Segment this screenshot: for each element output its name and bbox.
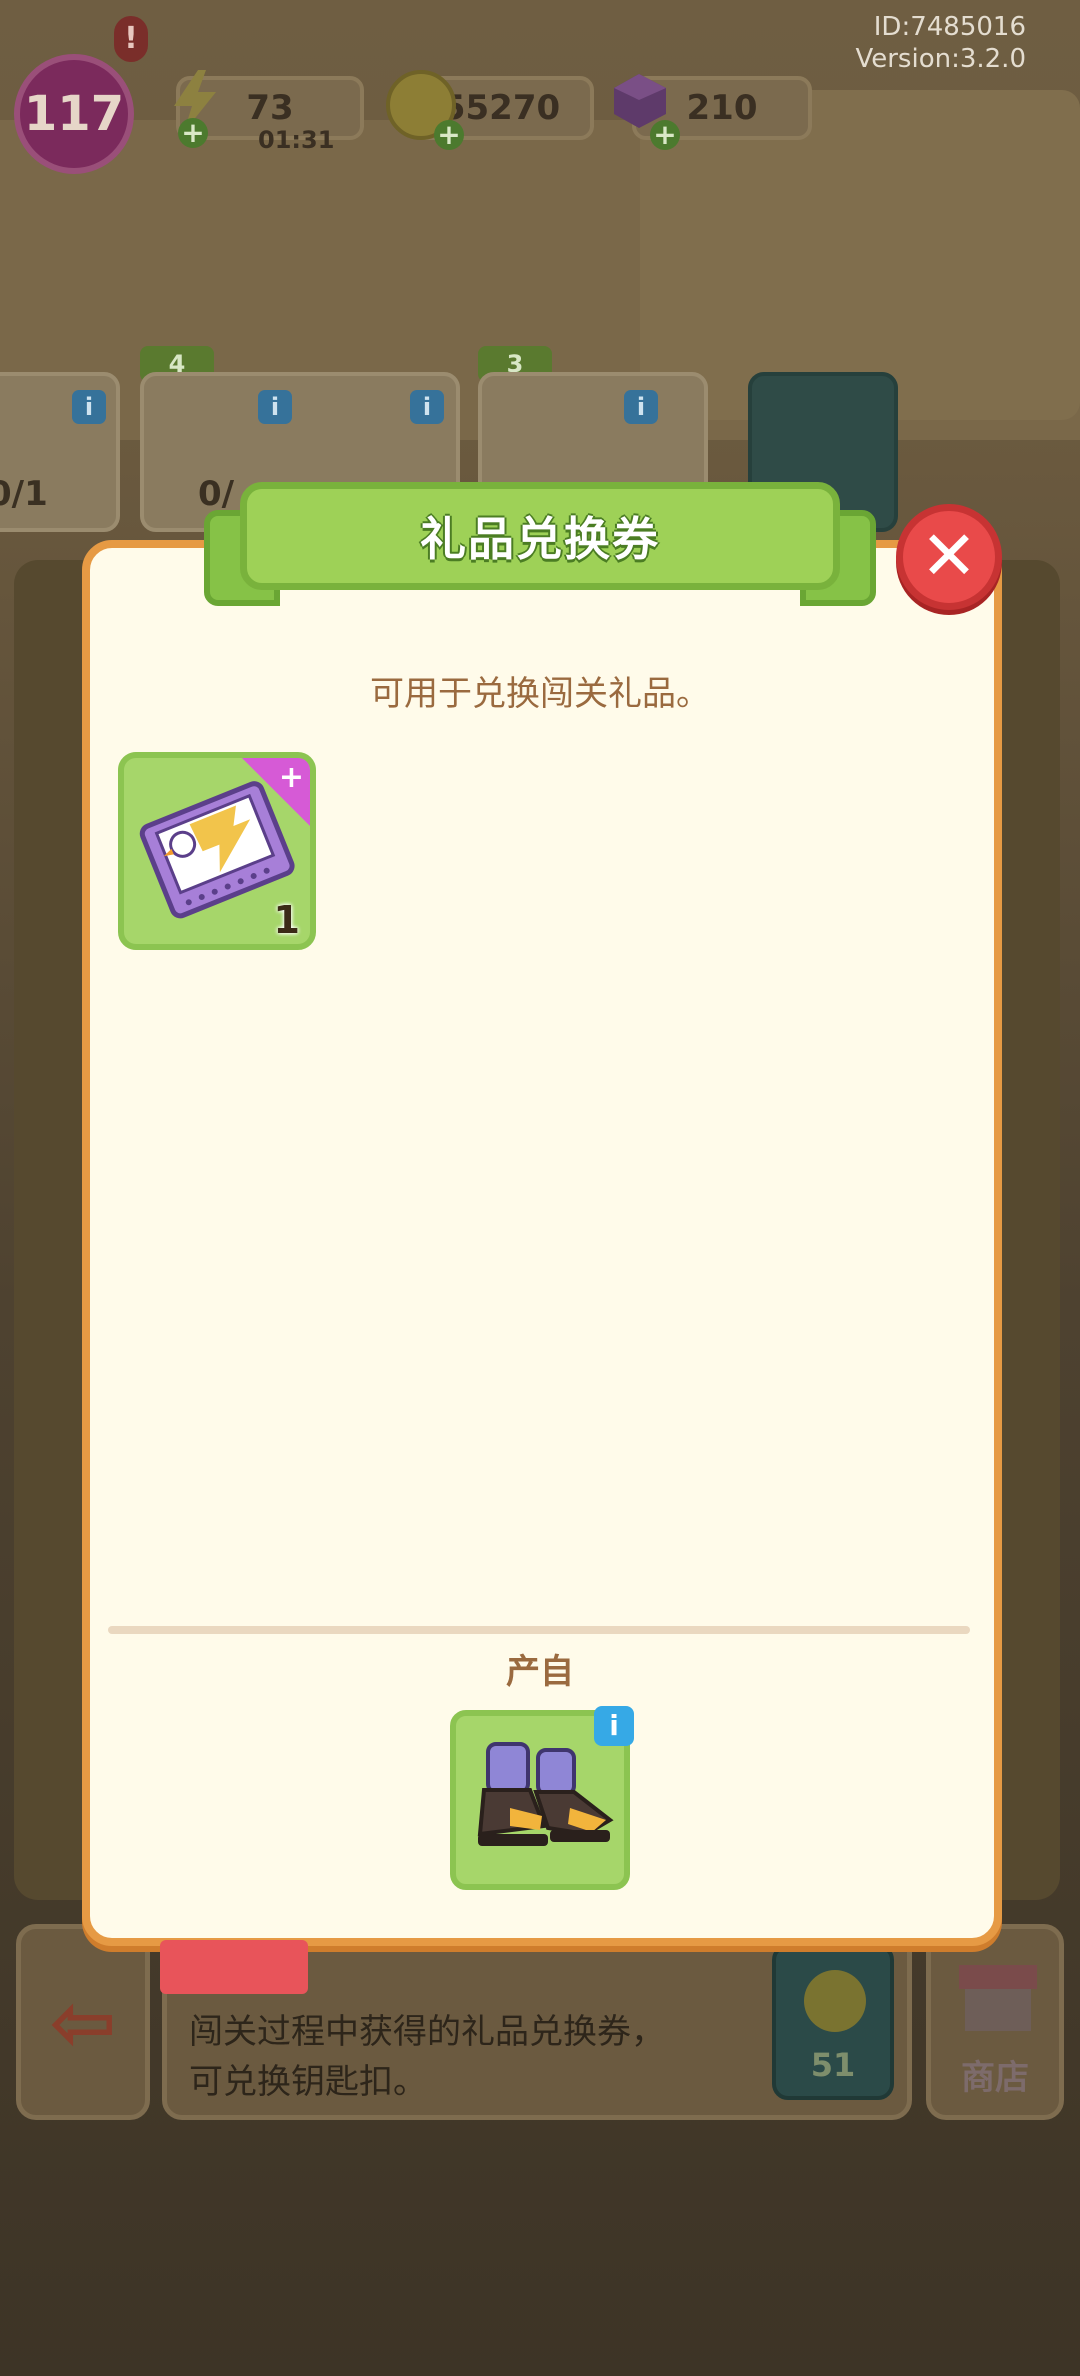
order-count: 0/1 (0, 474, 48, 514)
coin-icon (804, 1970, 866, 2032)
energy-plus-button[interactable]: + (178, 118, 208, 148)
dialog-title: 礼品兑换券 (420, 512, 660, 566)
bookmark-ribbon (160, 1940, 308, 1994)
close-button[interactable]: ✕ (896, 504, 1002, 610)
user-id: ID:7485016 (873, 12, 1026, 42)
sell-value: 51 (810, 2046, 856, 2084)
info-icon[interactable]: i (594, 1706, 634, 1746)
close-icon: ✕ (920, 517, 978, 596)
info-icon[interactable]: i (624, 390, 658, 424)
plus-icon: + (278, 760, 304, 795)
shop-label: 商店 (961, 2058, 1029, 2098)
gem-plus-button[interactable]: + (650, 120, 680, 150)
exit-icon: ⇦ (49, 1975, 117, 2069)
source-label: 产自 (506, 1652, 574, 1692)
exit-button[interactable]: ⇦ (16, 1924, 150, 2120)
version-text: Version:3.2.0 (855, 44, 1026, 74)
dialog-title-banner: 礼品兑换券 (240, 482, 840, 590)
sell-button[interactable]: 51 (772, 1944, 894, 2100)
info-icon[interactable]: i (410, 390, 444, 424)
level-number: 117 (23, 86, 125, 142)
info-icon[interactable]: i (258, 390, 292, 424)
gift-voucher-tile[interactable]: + 1 (118, 752, 316, 950)
section-divider (108, 1626, 970, 1634)
shop-awning-icon (959, 1965, 1037, 2031)
info-icon[interactable]: i (72, 390, 106, 424)
shop-button[interactable]: 商店 (926, 1924, 1064, 2120)
order-count: 0/ (198, 474, 235, 514)
item-count: 1 (273, 898, 300, 942)
energy-timer: 01:31 (258, 126, 335, 154)
dialog-description: 可用于兑换闯关礼品。 (370, 674, 710, 714)
alert-badge: ! (114, 16, 148, 62)
item-description: 闯关过程中获得的礼品兑换券， 可兑换钥匙扣。 (189, 2012, 665, 2102)
gem-value: 210 (686, 88, 758, 128)
boots-icon (477, 1742, 614, 1846)
order-card[interactable]: i 0/1 (0, 372, 120, 532)
level-badge[interactable]: 117 (14, 54, 134, 174)
energy-value: 73 (246, 88, 294, 128)
coin-plus-button[interactable]: + (434, 120, 464, 150)
